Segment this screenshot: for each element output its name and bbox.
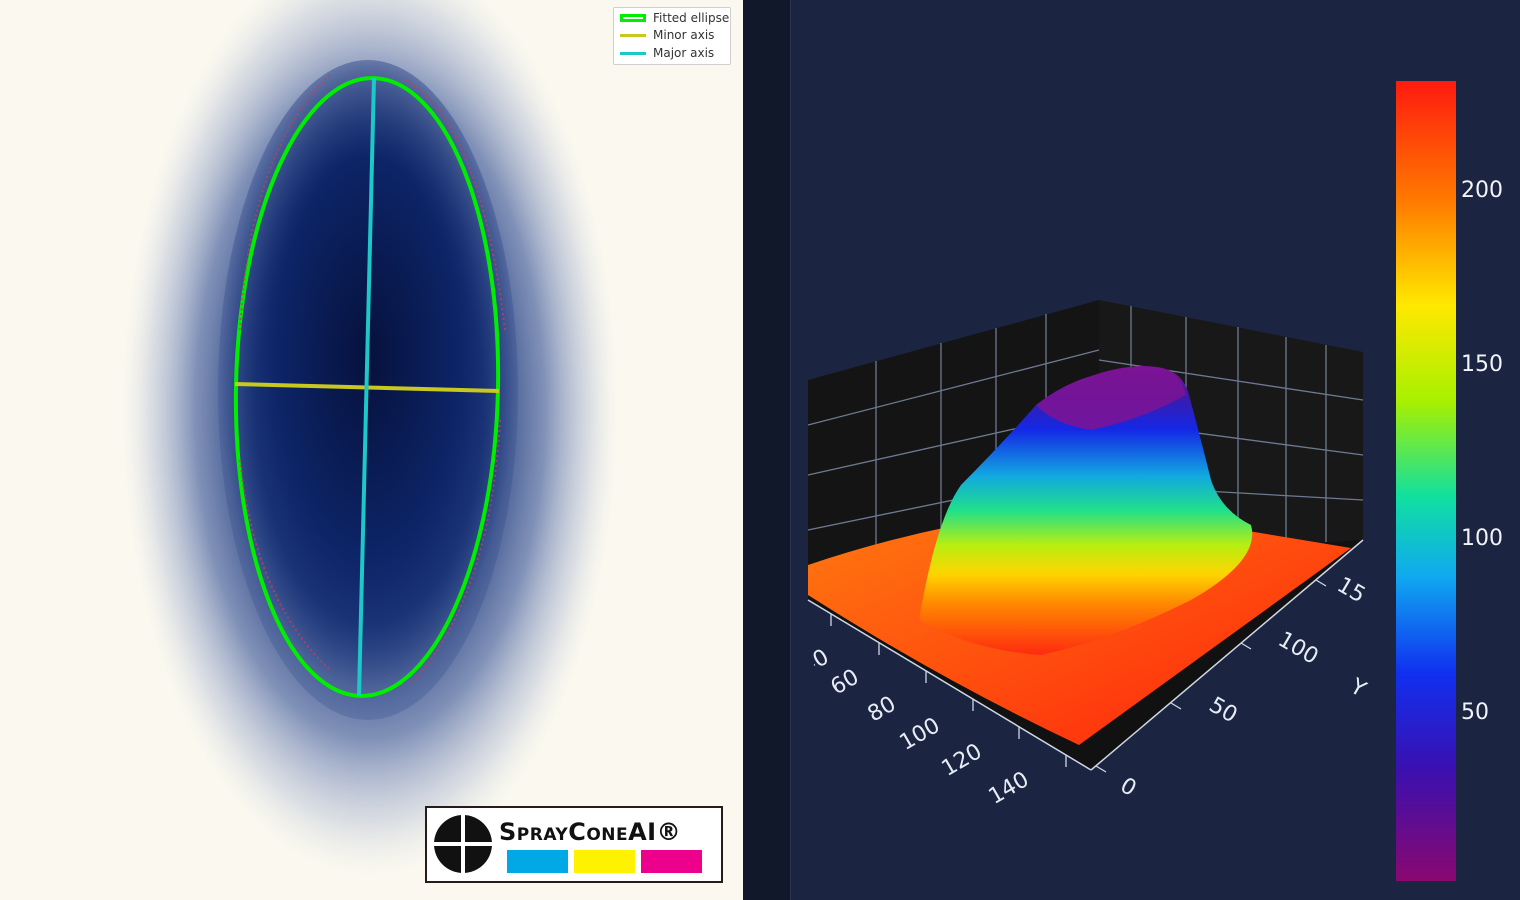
legend-item-fitted-ellipse: Fitted ellipse [620,11,729,25]
crosshair-logo-icon [433,814,493,874]
colorbar-tick-label: 200 [1461,178,1503,203]
legend-label: Minor axis [653,28,715,42]
logo-word: pray [516,818,569,846]
plot-legend: Fitted ellipse Minor axis Major axis [613,7,731,65]
legend-item-major-axis: Major axis [620,46,714,60]
minor-axis-swatch [620,33,646,37]
spraycone-logo: SprayConeAI® [425,806,723,883]
logo-letter: S [499,818,517,846]
logo-letter: C [568,818,587,846]
spray-pattern-image [120,0,620,880]
logo-suffix: AI® [628,818,682,846]
legend-label: Fitted ellipse [653,11,730,25]
logo-word: one [586,818,629,846]
surface-plot-panel[interactable]: 40 60 80 100 120 140 0 50 100 150 Y 200 … [791,0,1520,900]
spray-pattern-panel: Fitted ellipse Minor axis Major axis Spr… [0,0,743,900]
colorbar-tick-label: 50 [1461,700,1489,725]
fitted-ellipse-swatch [620,14,646,22]
legend-label: Major axis [653,46,715,60]
logo-yellow-bar [574,850,635,873]
colorbar-tick-label: 150 [1461,352,1503,377]
colorbar-tick-label: 100 [1461,526,1503,551]
logo-magenta-bar [641,850,702,873]
logo-cyan-bar [507,850,568,873]
surface-plot[interactable] [791,0,1520,900]
major-axis-swatch [620,51,646,55]
panel-divider [743,0,791,900]
logo-wordmark: SprayConeAI® [499,818,681,846]
legend-item-minor-axis: Minor axis [620,28,714,42]
colorbar [1396,81,1456,881]
